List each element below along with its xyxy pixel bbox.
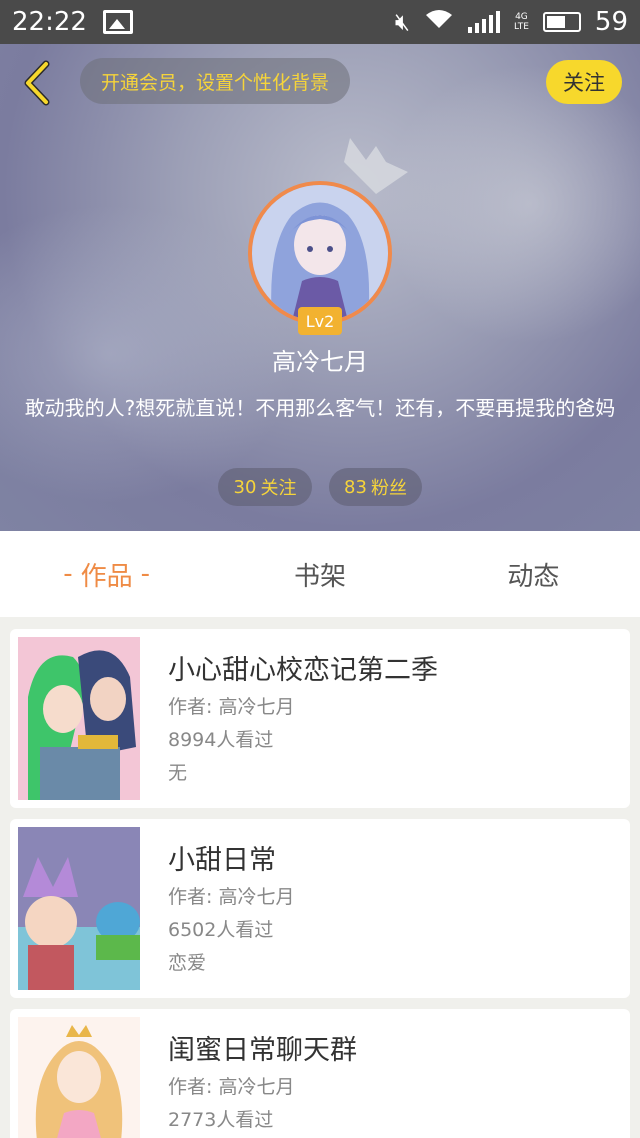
following-label: 关注 — [260, 478, 297, 499]
mute-icon: 🔇︎ — [394, 8, 410, 36]
work-cover — [18, 1017, 140, 1138]
battery-level: 59 — [594, 7, 628, 37]
back-button[interactable] — [16, 58, 56, 108]
list-item[interactable]: 小甜日常 作者: 高冷七月 6502人看过 恋爱 — [10, 819, 630, 998]
status-bar: 22:22 🔇︎ 4G LTE 59 — [0, 0, 640, 44]
list-item[interactable]: 小心甜心校恋记第二季 作者: 高冷七月 8994人看过 无 — [10, 629, 630, 808]
follow-button[interactable]: 关注 — [546, 60, 622, 104]
work-title: 闺蜜日常聊天群 — [168, 1035, 357, 1066]
work-author: 作者: 高冷七月 — [168, 696, 295, 718]
chevron-left-icon — [24, 60, 50, 106]
status-time: 22:22 — [12, 7, 87, 37]
tab-activity[interactable]: 动态 — [427, 531, 640, 617]
level-badge: Lv2 — [298, 307, 342, 335]
image-notification-icon — [102, 10, 133, 34]
avatar[interactable] — [248, 181, 392, 325]
work-author: 作者: 高冷七月 — [168, 1076, 295, 1098]
wifi-icon — [424, 8, 454, 36]
profile-header: 开通会员，设置个性化背景 关注 Lv2 高冷七月 敢动我的人?想死就直说！不用那… — [0, 44, 640, 531]
user-bio: 敢动我的人?想死就直说！不用那么客气！还有，不要再提我的爸妈 — [24, 396, 616, 420]
following-count: 30 — [233, 476, 257, 498]
list-item[interactable]: 闺蜜日常聊天群 作者: 高冷七月 2773人看过 — [10, 1009, 630, 1138]
profile-tabs: - 作品 - 书架 动态 — [0, 531, 640, 617]
work-title: 小心甜心校恋记第二季 — [168, 655, 438, 686]
work-views: 6502人看过 — [168, 919, 274, 941]
work-author: 作者: 高冷七月 — [168, 886, 295, 908]
signal-icon — [467, 11, 500, 33]
fans-count-button[interactable]: 83 粉丝 — [329, 468, 422, 506]
work-tag: 无 — [168, 762, 188, 784]
following-count-button[interactable]: 30 关注 — [218, 468, 312, 506]
work-views: 8994人看过 — [168, 729, 274, 751]
tab-works[interactable]: - 作品 - — [0, 531, 213, 617]
fans-label: 粉丝 — [370, 478, 407, 499]
work-cover — [18, 827, 140, 990]
work-views: 2773人看过 — [168, 1109, 274, 1131]
work-title: 小甜日常 — [168, 845, 276, 876]
work-cover — [18, 637, 140, 800]
network-type: 4G LTE — [513, 12, 529, 32]
vip-banner-button[interactable]: 开通会员，设置个性化背景 — [80, 58, 350, 104]
tab-bookshelf[interactable]: 书架 — [213, 531, 426, 617]
battery-icon — [542, 12, 581, 32]
fans-count: 83 — [344, 476, 367, 498]
avatar-image — [252, 185, 388, 321]
username: 高冷七月 — [272, 348, 368, 376]
work-tag: 恋爱 — [168, 952, 207, 974]
